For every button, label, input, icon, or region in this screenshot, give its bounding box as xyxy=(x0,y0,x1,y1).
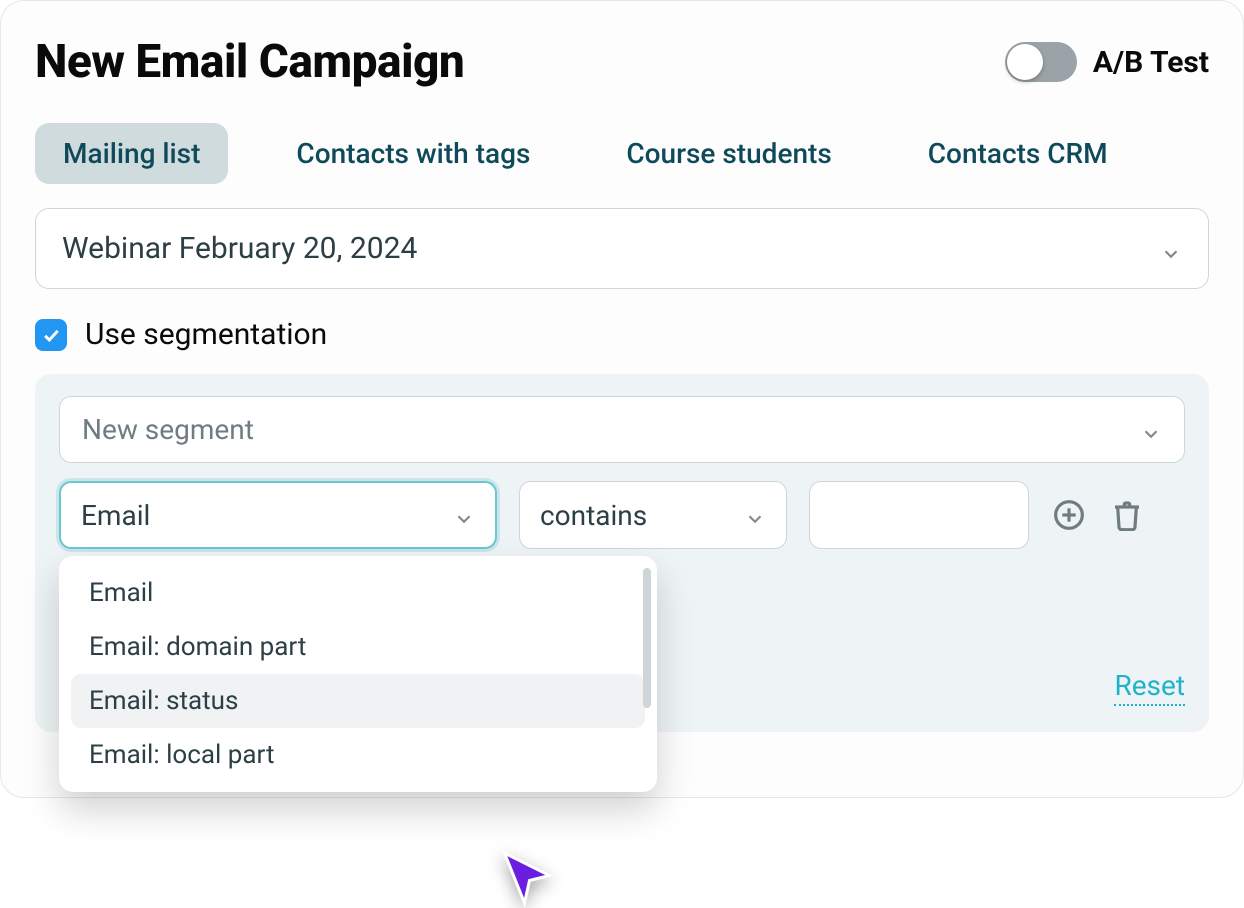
header-row: New Email Campaign A/B Test xyxy=(35,35,1209,89)
chevron-down-icon xyxy=(1140,419,1162,441)
tab-contacts-crm[interactable]: Contacts CRM xyxy=(900,123,1136,184)
dropdown-list: Email Email: domain part Email: status E… xyxy=(65,566,651,782)
chevron-down-icon xyxy=(1160,238,1182,260)
tab-course-students[interactable]: Course students xyxy=(598,123,859,184)
add-rule-button[interactable] xyxy=(1051,497,1087,533)
trash-icon xyxy=(1111,499,1143,531)
mailing-list-value: Webinar February 20, 2024 xyxy=(62,231,417,266)
ab-test-wrap: A/B Test xyxy=(1005,42,1209,82)
tabs: Mailing list Contacts with tags Course s… xyxy=(35,123,1209,184)
mailing-list-select[interactable]: Webinar February 20, 2024 xyxy=(35,208,1209,289)
use-segmentation-checkbox[interactable] xyxy=(35,319,67,351)
reset-link[interactable]: Reset xyxy=(1114,669,1185,706)
rule-field-value: Email xyxy=(81,499,150,532)
dropdown-scrollbar[interactable] xyxy=(643,568,651,708)
segmentation-panel: New segment Email contains xyxy=(35,374,1209,732)
toggle-knob xyxy=(1007,44,1043,80)
rule-row: Email contains xyxy=(59,481,1185,549)
dropdown-option-email[interactable]: Email xyxy=(71,566,645,620)
chevron-down-icon xyxy=(453,504,475,526)
tab-mailing-list[interactable]: Mailing list xyxy=(35,123,228,184)
segment-select[interactable]: New segment xyxy=(59,396,1185,463)
ab-test-label: A/B Test xyxy=(1093,45,1209,80)
ab-test-toggle[interactable] xyxy=(1005,42,1077,82)
delete-rule-button[interactable] xyxy=(1109,497,1145,533)
dropdown-option-email-domain-part[interactable]: Email: domain part xyxy=(71,620,645,674)
rule-field-dropdown: Email Email: domain part Email: status E… xyxy=(59,556,657,792)
check-icon xyxy=(41,325,61,345)
rule-field-select[interactable]: Email xyxy=(59,481,497,549)
campaign-card: New Email Campaign A/B Test Mailing list… xyxy=(0,0,1244,798)
dropdown-option-email-status[interactable]: Email: status xyxy=(71,674,645,728)
segmentation-row: Use segmentation xyxy=(35,317,1209,352)
plus-circle-icon xyxy=(1053,499,1085,531)
rule-value-input[interactable] xyxy=(809,481,1029,549)
rule-operator-value: contains xyxy=(540,499,647,532)
segment-select-placeholder: New segment xyxy=(82,413,254,446)
tab-contacts-with-tags[interactable]: Contacts with tags xyxy=(268,123,558,184)
dropdown-option-email-local-part[interactable]: Email: local part xyxy=(71,728,645,782)
cursor-icon xyxy=(497,848,557,908)
rule-operator-select[interactable]: contains xyxy=(519,481,787,549)
chevron-down-icon xyxy=(744,504,766,526)
use-segmentation-label: Use segmentation xyxy=(85,317,327,352)
page-title: New Email Campaign xyxy=(35,35,464,89)
